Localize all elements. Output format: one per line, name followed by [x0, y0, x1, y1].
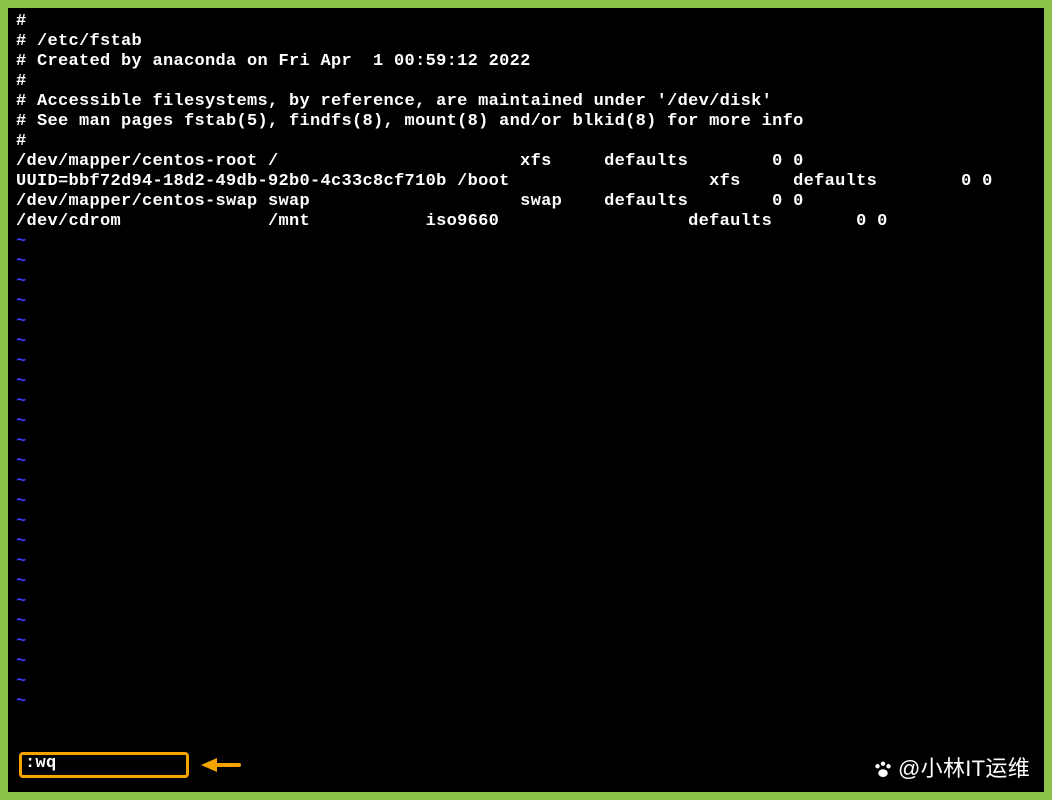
tilde-line: ~ — [16, 592, 1040, 612]
empty-buffer-lines: ~~~~~~~~~~~~~~~~~~~~~~~~ — [16, 232, 1040, 712]
vim-command-row: :wq — [19, 752, 241, 778]
tilde-line: ~ — [16, 292, 1040, 312]
tilde-line: ~ — [16, 672, 1040, 692]
tilde-line: ~ — [16, 652, 1040, 672]
file-content: # # /etc/fstab # Created by anaconda on … — [16, 12, 1040, 232]
watermark-handle: @小林IT运维 — [898, 759, 1030, 779]
vim-command-text: :wq — [25, 754, 57, 774]
tilde-line: ~ — [16, 552, 1040, 572]
tilde-line: ~ — [16, 492, 1040, 512]
watermark: @小林IT运维 — [872, 758, 1030, 780]
tilde-line: ~ — [16, 352, 1040, 372]
tilde-line: ~ — [16, 692, 1040, 712]
tilde-line: ~ — [16, 412, 1040, 432]
paw-icon — [872, 758, 894, 780]
tilde-line: ~ — [16, 432, 1040, 452]
tilde-line: ~ — [16, 612, 1040, 632]
arrow-left-icon — [201, 758, 241, 772]
tilde-line: ~ — [16, 532, 1040, 552]
tilde-line: ~ — [16, 232, 1040, 252]
tilde-line: ~ — [16, 272, 1040, 292]
tilde-line: ~ — [16, 572, 1040, 592]
tilde-line: ~ — [16, 252, 1040, 272]
tilde-line: ~ — [16, 472, 1040, 492]
tilde-line: ~ — [16, 392, 1040, 412]
tilde-line: ~ — [16, 312, 1040, 332]
tilde-line: ~ — [16, 332, 1040, 352]
terminal-frame: # # /etc/fstab # Created by anaconda on … — [8, 8, 1044, 792]
tilde-line: ~ — [16, 632, 1040, 652]
vim-command-input[interactable]: :wq — [19, 752, 189, 778]
tilde-line: ~ — [16, 512, 1040, 532]
tilde-line: ~ — [16, 372, 1040, 392]
tilde-line: ~ — [16, 452, 1040, 472]
